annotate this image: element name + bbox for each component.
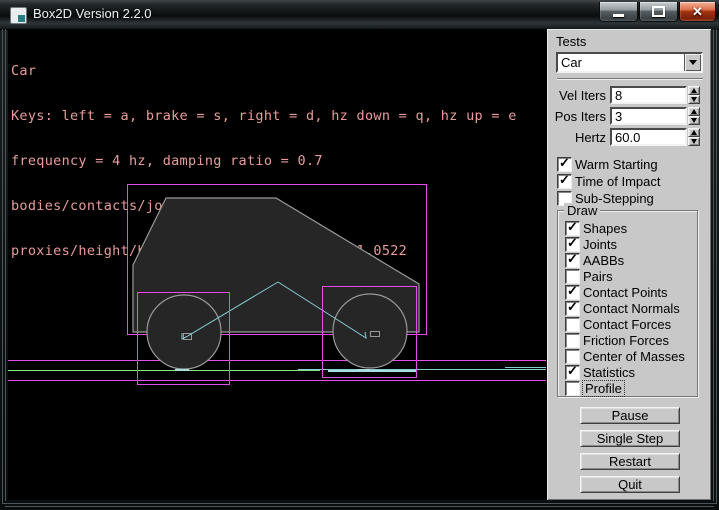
draw-group: Draw Shapes Joints AABBs Pairs xyxy=(557,210,698,397)
window-frame xyxy=(713,29,714,501)
checkbox-icon xyxy=(565,269,580,284)
checkbox-label: Profile xyxy=(583,381,624,396)
checkbox-icon xyxy=(557,174,572,189)
app-window: Box2D Version 2.2.0 ✕ Car Keys: left = a… xyxy=(0,0,719,510)
maximize-button[interactable] xyxy=(639,2,678,22)
simulation-canvas[interactable]: Car Keys: left = a, brake = s, right = d… xyxy=(8,29,547,500)
checkbox-icon xyxy=(565,365,580,380)
pause-button[interactable]: Pause xyxy=(580,407,680,424)
arrow-up-icon xyxy=(691,88,697,93)
control-panel: Tests Car Vel Iters Pos Iters xyxy=(547,29,711,500)
close-button[interactable]: ✕ xyxy=(679,2,716,22)
checkbox-icon xyxy=(565,301,580,316)
debug-draw-scene xyxy=(8,29,547,500)
checkbox-icon xyxy=(557,157,572,172)
close-icon: ✕ xyxy=(692,3,703,20)
pos-iters-spinner xyxy=(688,107,700,125)
window-frame xyxy=(5,506,714,507)
spinner-up-button[interactable] xyxy=(688,86,700,95)
checkbox-label: Friction Forces xyxy=(583,333,669,348)
titlebar[interactable]: Box2D Version 2.2.0 ✕ xyxy=(0,0,719,30)
pos-iters-label: Pos Iters xyxy=(547,109,606,124)
pos-iters-input[interactable] xyxy=(610,107,687,125)
checkbox-label: Shapes xyxy=(583,221,627,236)
checkbox-label: Contact Forces xyxy=(583,317,671,332)
minimize-button[interactable] xyxy=(599,2,638,22)
checkbox-icon xyxy=(565,221,580,236)
quit-button[interactable]: Quit xyxy=(580,476,680,493)
hertz-spinner xyxy=(688,128,700,146)
draw-group-title: Draw xyxy=(564,203,600,218)
tests-dropdown-value: Car xyxy=(561,55,582,70)
checkbox-label: Statistics xyxy=(583,365,635,380)
tests-label: Tests xyxy=(556,34,586,49)
window-title: Box2D Version 2.2.0 xyxy=(33,6,152,21)
restart-button[interactable]: Restart xyxy=(580,453,680,470)
app-icon xyxy=(10,7,27,24)
checkbox-icon xyxy=(565,237,580,252)
arrow-down-icon xyxy=(691,139,697,144)
window-frame xyxy=(2,503,717,504)
spinner-down-button[interactable] xyxy=(688,116,700,125)
separator xyxy=(557,78,703,80)
single-step-button[interactable]: Single Step xyxy=(580,430,680,447)
button-label: Restart xyxy=(609,454,651,469)
window-frame xyxy=(5,29,6,501)
checkbox-label: Contact Normals xyxy=(583,301,680,316)
hertz-label: Hertz xyxy=(547,130,606,145)
vel-iters-row: Vel Iters xyxy=(547,86,711,104)
tests-dropdown[interactable]: Car xyxy=(556,52,703,73)
arrow-up-icon xyxy=(691,130,697,135)
vel-iters-input[interactable] xyxy=(610,86,687,104)
hertz-row: Hertz xyxy=(547,128,711,146)
checkbox-icon xyxy=(565,349,580,364)
dropdown-arrow-button[interactable] xyxy=(684,54,701,71)
arrow-down-icon xyxy=(691,118,697,123)
checkbox-label: Center of Masses xyxy=(583,349,685,364)
checkbox-label: Contact Points xyxy=(583,285,668,300)
app-icon-glyph xyxy=(18,15,25,22)
button-label: Pause xyxy=(612,408,649,423)
checkbox-label: Joints xyxy=(583,237,617,252)
checkbox-icon xyxy=(565,333,580,348)
hertz-input[interactable] xyxy=(610,128,687,146)
spinner-down-button[interactable] xyxy=(688,95,700,104)
window-controls: ✕ xyxy=(599,2,716,22)
spinner-up-button[interactable] xyxy=(688,107,700,116)
checkbox-label: Time of Impact xyxy=(575,174,660,189)
checkbox-label: Warm Starting xyxy=(575,157,658,172)
maximize-icon xyxy=(652,6,665,17)
arrow-up-icon xyxy=(691,109,697,114)
vel-iters-label: Vel Iters xyxy=(547,88,606,103)
checkbox-icon xyxy=(565,317,580,332)
spinner-down-button[interactable] xyxy=(688,137,700,146)
checkbox-icon xyxy=(565,285,580,300)
window-frame xyxy=(716,29,717,503)
client-area: Car Keys: left = a, brake = s, right = d… xyxy=(8,29,711,500)
wheel-left xyxy=(147,295,221,369)
chevron-down-icon xyxy=(689,60,697,65)
checkbox-icon xyxy=(565,381,580,396)
arrow-down-icon xyxy=(691,97,697,102)
spinner-up-button[interactable] xyxy=(688,128,700,137)
checkbox-label: Pairs xyxy=(583,269,613,284)
window-frame xyxy=(2,29,3,503)
button-label: Quit xyxy=(618,477,642,492)
checkbox-icon xyxy=(565,253,580,268)
button-label: Single Step xyxy=(597,431,664,446)
vel-iters-spinner xyxy=(688,86,700,104)
minimize-icon xyxy=(613,14,624,17)
checkbox-label: AABBs xyxy=(583,253,624,268)
pos-iters-row: Pos Iters xyxy=(547,107,711,125)
